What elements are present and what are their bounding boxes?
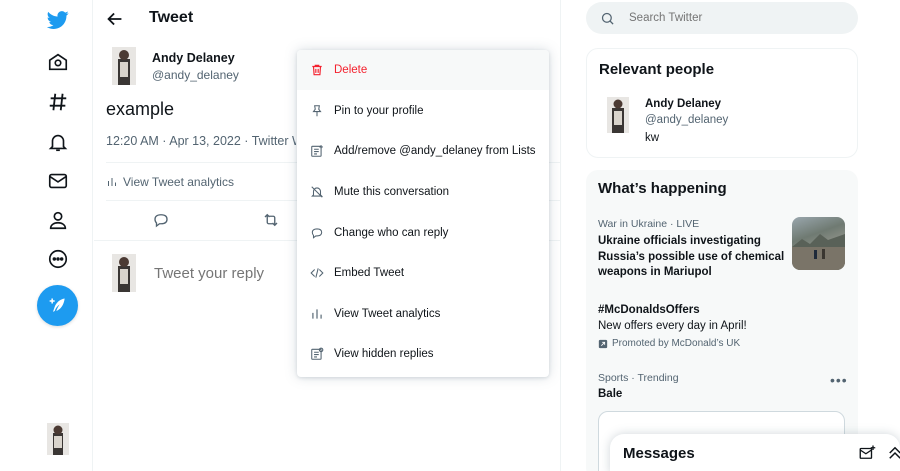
explore-home-icon[interactable] — [44, 48, 72, 76]
trash-icon — [312, 64, 322, 76]
menu-item-delete[interactable]: Delete — [297, 50, 549, 90]
tweet-text: example — [106, 99, 175, 119]
page-title: Tweet — [149, 9, 194, 26]
list-add-icon — [311, 145, 323, 157]
author-avatar[interactable] — [112, 47, 136, 85]
whats-happening-panel: What’s happening War in Ukraine · LIVE U… — [586, 170, 858, 471]
reply-avatar — [112, 254, 136, 292]
account-avatar[interactable] — [47, 423, 69, 455]
menu-item-label: View Tweet analytics — [334, 308, 441, 320]
relevant-person-bio: kw — [645, 132, 660, 144]
menu-item-hidden-replies[interactable]: View hidden replies — [297, 334, 549, 374]
left-nav — [0, 0, 93, 471]
relevant-people-panel: Relevant people Andy Delaney @andy_delan… — [586, 48, 858, 158]
more-dots-icon[interactable]: ••• — [830, 372, 848, 388]
retweet-icon[interactable] — [262, 211, 280, 229]
trend-headline[interactable]: Ukraine officials investigating Russia’s… — [598, 234, 788, 281]
search-icon — [601, 12, 614, 25]
trend-image[interactable] — [792, 217, 845, 270]
trend-category: Sports · Trending — [598, 372, 679, 384]
author-handle[interactable]: @andy_delaney — [152, 68, 239, 82]
hidden-replies-icon — [311, 347, 324, 360]
analytics-icon — [108, 178, 116, 186]
menu-item-label: Pin to your profile — [334, 105, 424, 117]
twitter-logo-icon[interactable] — [44, 6, 72, 34]
panel-title: What’s happening — [598, 180, 727, 197]
back-arrow-icon[interactable] — [104, 8, 126, 30]
tweet-timestamp[interactable]: 12:20 AM · Apr 13, 2022 · Twitter Web Ap… — [106, 134, 296, 148]
trend-headline[interactable]: Bale — [598, 387, 788, 403]
author-name[interactable]: Andy Delaney — [152, 51, 235, 65]
messages-title: Messages — [623, 445, 695, 462]
menu-item-mute[interactable]: Mute this conversation — [297, 172, 549, 212]
pin-icon — [312, 105, 322, 117]
analytics-icon — [312, 309, 322, 319]
relevant-person-avatar[interactable] — [607, 97, 629, 133]
relevant-person-name[interactable]: Andy Delaney — [645, 98, 721, 110]
trend-category: War in Ukraine · LIVE — [598, 218, 700, 230]
menu-item-analytics[interactable]: View Tweet analytics — [297, 294, 549, 334]
menu-item-label: View hidden replies — [334, 348, 434, 360]
menu-item-who-can-reply[interactable]: Change who can reply — [297, 213, 549, 253]
promoted-icon — [598, 339, 608, 348]
promoted-label: Promoted by McDonald’s UK — [598, 338, 740, 349]
menu-item-label: Mute this conversation — [334, 186, 450, 198]
view-analytics-link[interactable]: View Tweet analytics — [106, 175, 234, 189]
promoted-text: Promoted by McDonald’s UK — [612, 338, 741, 349]
code-icon — [310, 268, 324, 278]
messages-drawer[interactable]: Messages — [610, 434, 900, 471]
relevant-person-handle[interactable]: @andy_delaney — [645, 114, 728, 126]
menu-item-embed[interactable]: Embed Tweet — [297, 253, 549, 293]
expand-chevron-icon[interactable] — [886, 444, 900, 462]
panel-title: Relevant people — [599, 61, 715, 78]
hashtag-icon[interactable] — [44, 88, 72, 116]
search-box[interactable] — [586, 2, 858, 34]
reply-icon[interactable] — [152, 211, 170, 229]
trend-headline[interactable]: #McDonaldsOffers — [598, 303, 788, 319]
menu-item-label: Embed Tweet — [334, 267, 405, 279]
mail-icon[interactable] — [44, 167, 72, 195]
compose-tweet-button[interactable] — [37, 285, 78, 326]
view-analytics-label: View Tweet analytics — [123, 175, 234, 189]
search-input[interactable] — [629, 12, 829, 24]
tweet-options-menu: Delete Pin to your profile Add/remove @a… — [297, 50, 549, 377]
speech-bubble-icon — [311, 228, 323, 239]
bell-icon[interactable] — [44, 128, 72, 156]
feather-plus-icon — [49, 298, 65, 312]
menu-item-label: Delete — [334, 64, 368, 76]
mute-icon — [311, 186, 323, 198]
menu-item-lists[interactable]: Add/remove @andy_delaney from Lists — [297, 131, 549, 171]
menu-item-label: Add/remove @andy_delaney from Lists — [334, 145, 536, 157]
profile-icon[interactable] — [44, 206, 72, 234]
more-options-icon[interactable] — [44, 245, 72, 273]
new-message-icon[interactable] — [858, 444, 876, 462]
trend-subtitle: New offers every day in April! — [598, 320, 747, 332]
menu-item-pin[interactable]: Pin to your profile — [297, 91, 549, 131]
menu-item-label: Change who can reply — [334, 227, 449, 239]
